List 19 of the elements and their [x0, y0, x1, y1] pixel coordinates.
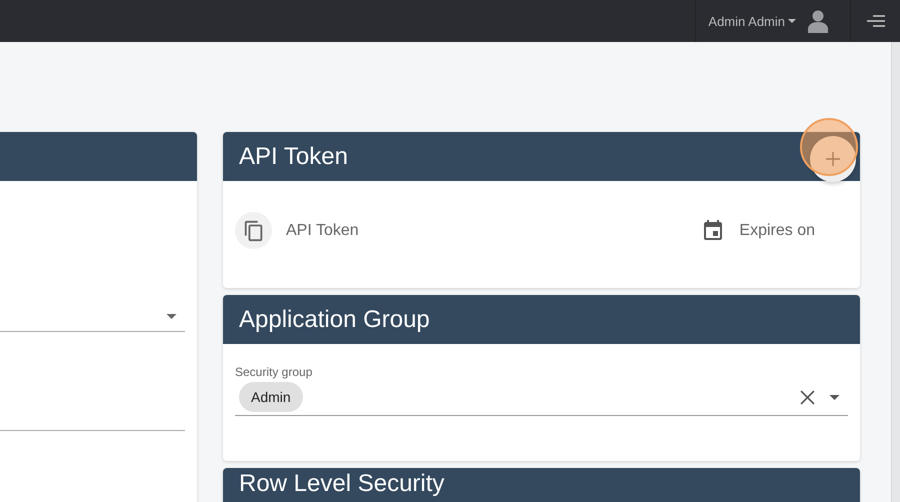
- copy-button[interactable]: [235, 212, 272, 249]
- field-label: Security group: [235, 365, 314, 379]
- dropdown-caret-icon[interactable]: [829, 394, 840, 400]
- clear-icon[interactable]: [800, 390, 815, 404]
- card-title: API Token: [239, 142, 348, 170]
- plus-icon: [826, 152, 840, 166]
- column-header: API Token: [286, 222, 359, 240]
- chip[interactable]: Admin: [239, 382, 303, 412]
- user-menu[interactable]: Admin Admin: [695, 0, 850, 42]
- scrollbar[interactable]: [891, 42, 900, 502]
- user-avatar-icon: [806, 9, 830, 33]
- select-field[interactable]: Admin: [235, 379, 848, 416]
- caret-icon: [788, 19, 796, 23]
- card-title: Row Level Security: [239, 472, 444, 496]
- column-header: Expires on: [739, 222, 815, 240]
- card-title: Application Group: [239, 306, 430, 334]
- copy-icon: [242, 220, 264, 242]
- dropdown-caret-icon: [166, 314, 177, 318]
- menu-icon: [866, 15, 884, 27]
